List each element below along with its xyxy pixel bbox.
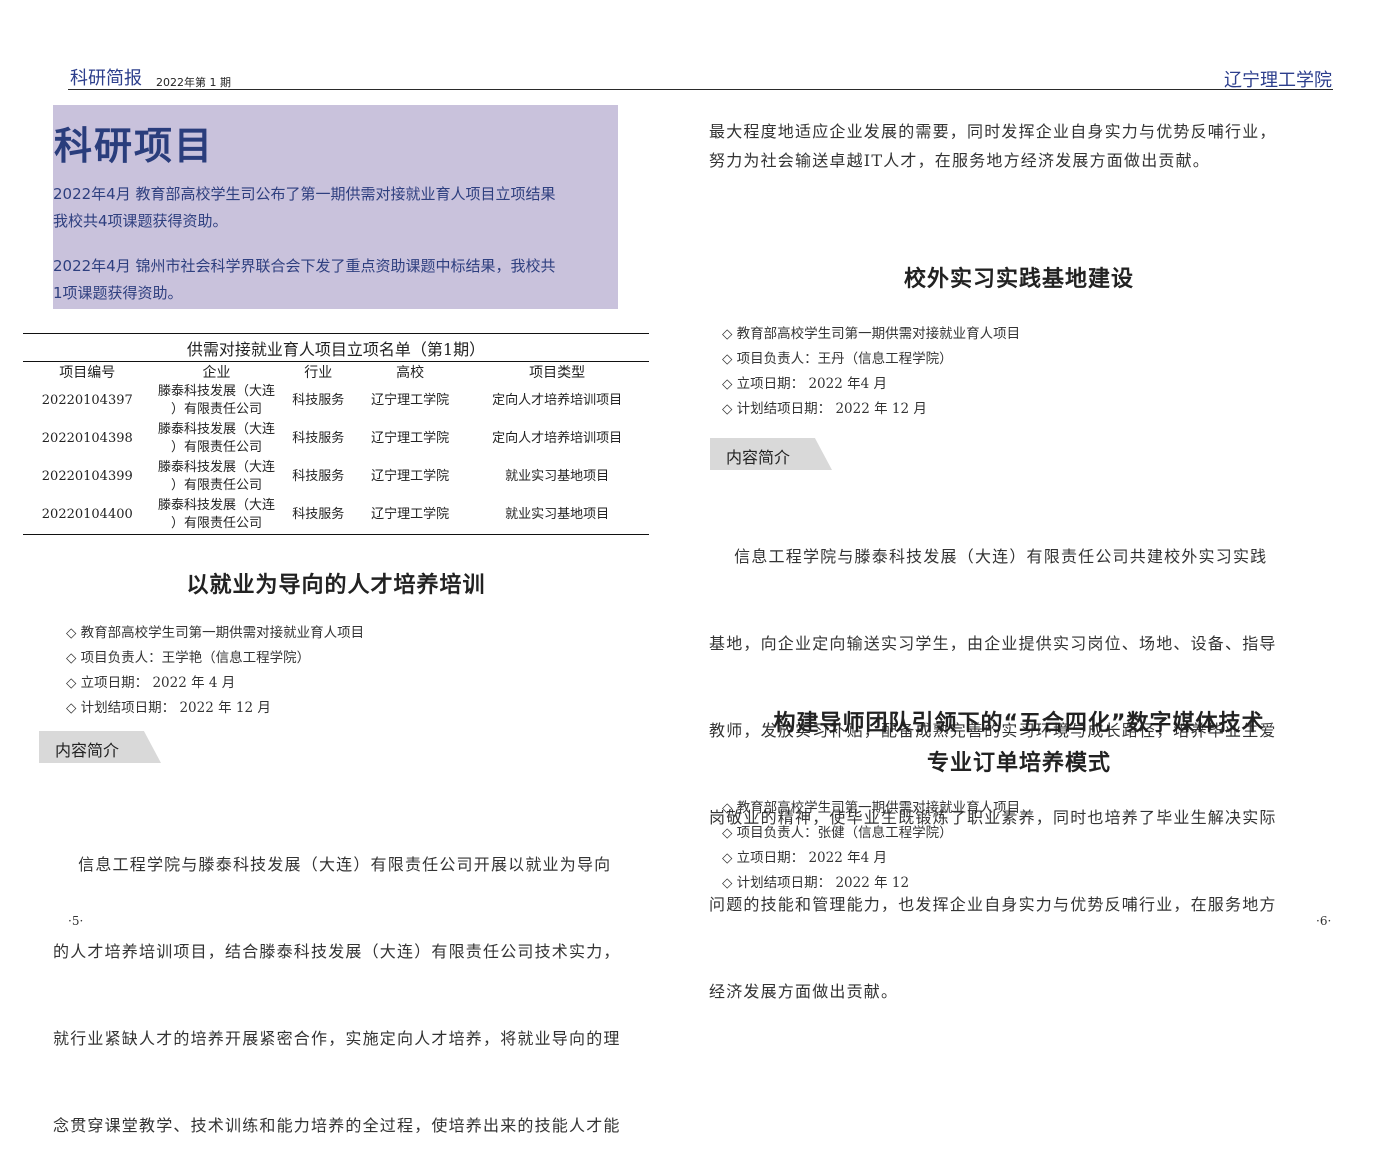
body-line: 的人才培养培训项目，结合滕泰科技发展（大连）有限责任公司技术实力， bbox=[53, 942, 621, 961]
cell-enterprise: 滕泰科技发展（大连 ）有限责任公司 bbox=[151, 496, 282, 535]
meta-line: ◇ 项目负责人：张健（信息工程学院） bbox=[722, 825, 953, 841]
cell-school: 辽宁理工学院 bbox=[371, 431, 450, 446]
header-rule bbox=[68, 89, 1333, 90]
section3-title: 构建导师团队引领下的“五合四化”数字媒体技术 专业订单培养模式 bbox=[709, 704, 1329, 784]
title-line: 构建导师团队引领下的“五合四化”数字媒体技术 bbox=[773, 711, 1265, 736]
cell-id: 20220104397 bbox=[41, 393, 133, 408]
header-cell: 项目类型 bbox=[529, 365, 586, 381]
tag-label: 内容简介 bbox=[55, 741, 120, 760]
cell-id: 20220104399 bbox=[41, 469, 133, 484]
body-line: 就行业紧缺人才的培养开展紧密合作，实施定向人才培养，将就业导向的理 bbox=[53, 1029, 621, 1048]
section1-meta: ◇ 教育部高校学生司第一期供需对接就业育人项目 ◇ 项目负责人：王学艳（信息工程… bbox=[66, 621, 364, 721]
highlight-title: 科研项目 bbox=[54, 124, 215, 168]
highlight-line: 1项课题获得资助。 bbox=[53, 284, 183, 302]
title-line: 专业订单培养模式 bbox=[926, 751, 1111, 776]
section2-title: 校外实习实践基地建设 bbox=[903, 267, 1134, 292]
meta-line: ◇ 教育部高校学生司第一期供需对接就业育人项目 bbox=[722, 800, 1021, 816]
cell-type: 就业实习基地项目 bbox=[465, 496, 649, 535]
section1-body: 信息工程学院与滕泰科技发展（大连）有限责任公司开展以就业为导向 的人才培养培训项… bbox=[53, 792, 673, 1169]
cell-school: 辽宁理工学院 bbox=[371, 469, 450, 484]
meta-line: ◇ 教育部高校学生司第一期供需对接就业育人项目 bbox=[66, 625, 365, 641]
meta-line: ◇ 立项日期： 2022 年4 月 bbox=[722, 376, 887, 392]
meta-line: ◇ 计划结项日期： 2022 年 12 月 bbox=[66, 700, 271, 716]
body-line: 信息工程学院与滕泰科技发展（大连）有限责任公司开展以就业为导向 bbox=[53, 855, 612, 874]
header-cell: 高校 bbox=[396, 365, 425, 381]
meta-line: ◇ 计划结项日期： 2022 年 12 月 bbox=[722, 401, 927, 417]
highlight-line: 我校共4项课题获得资助。 bbox=[53, 212, 228, 230]
cell-type: 就业实习基地项目 bbox=[505, 469, 610, 484]
section1-title: 以就业为导向的人才培养培训 bbox=[186, 573, 486, 598]
highlight-paragraph-2: 2022年4月 锦州市社会科学界联合会下发了重点资助课题中标结果，我校共 1项课… bbox=[53, 253, 613, 307]
meta-line: ◇ 立项日期： 2022 年 4 月 bbox=[66, 675, 236, 691]
meta-line: ◇ 项目负责人：王丹（信息工程学院） bbox=[722, 351, 953, 367]
meta-line: ◇ 立项日期： 2022 年4 月 bbox=[722, 850, 887, 866]
cell-type: 定向人才培养培训项目 bbox=[492, 393, 623, 408]
cell-enterprise: 滕泰科技发展（大连 ）有限责任公司 bbox=[158, 384, 276, 417]
cell-industry: 科技服务 bbox=[292, 393, 345, 408]
tag-label: 内容简介 bbox=[726, 448, 791, 467]
meta-line: ◇ 教育部高校学生司第一期供需对接就业育人项目 bbox=[722, 326, 1021, 342]
meta-line: ◇ 计划结项日期： 2022 年 12 bbox=[722, 875, 910, 891]
cell-school: 辽宁理工学院 bbox=[371, 393, 450, 408]
body-line: 努力为社会输送卓越IT人才，在服务地方经济发展方面做出贡献。 bbox=[709, 151, 1210, 170]
body-line: 信息工程学院与滕泰科技发展（大连）有限责任公司共建校外实习实践 bbox=[709, 547, 1268, 566]
cell-enterprise: 滕泰科技发展（大连 ）有限责任公司 bbox=[158, 460, 276, 493]
bulletin-title: 科研简报 bbox=[70, 68, 142, 89]
section2-tag: 内容简介 bbox=[710, 438, 832, 470]
continuation-text: 最大程度地适应企业发展的需要，同时发挥企业自身实力与优势反哺行业， 努力为社会输… bbox=[709, 117, 1329, 175]
meta-line: ◇ 项目负责人：王学艳（信息工程学院） bbox=[66, 650, 311, 666]
body-line: 念贯穿课堂教学、技术训练和能力培养的全过程，使培养出来的技能人才能 bbox=[53, 1116, 621, 1135]
highlight-line: 2022年4月 教育部高校学生司公布了第一期供需对接就业育人项目立项结果 bbox=[53, 185, 556, 203]
cell-industry: 科技服务 bbox=[281, 496, 356, 535]
section1-tag: 内容简介 bbox=[39, 731, 161, 763]
header-cell: 行业 bbox=[304, 365, 333, 381]
issue-number: 2022年第 1 期 bbox=[156, 76, 231, 89]
cell-industry: 科技服务 bbox=[292, 431, 345, 446]
cell-school: 辽宁理工学院 bbox=[355, 496, 466, 535]
table-row: 20220104399 滕泰科技发展（大连 ）有限责任公司 科技服务 辽宁理工学院… bbox=[23, 458, 649, 496]
cell-id: 20220104400 bbox=[23, 496, 152, 535]
cell-enterprise: 滕泰科技发展（大连 ）有限责任公司 bbox=[158, 422, 276, 455]
table-caption: 供需对接就业育人项目立项名单（第1期） bbox=[23, 333, 649, 362]
page-number-left: ·5· bbox=[68, 914, 84, 928]
cell-industry: 科技服务 bbox=[292, 469, 345, 484]
table-row: 20220104398 滕泰科技发展（大连 ）有限责任公司 科技服务 辽宁理工学院… bbox=[23, 420, 649, 458]
page-number-right: ·6· bbox=[1316, 914, 1332, 928]
project-table: 供需对接就业育人项目立项名单（第1期） 项目编号 企业 行业 高校 项目类型 2… bbox=[23, 333, 649, 535]
table-row: 20220104397 滕泰科技发展（大连 ）有限责任公司 科技服务 辽宁理工学院… bbox=[23, 382, 649, 420]
table-row: 20220104400 滕泰科技发展（大连 ）有限责任公司 科技服务 辽宁理工学院… bbox=[23, 496, 649, 535]
header-cell: 企业 bbox=[202, 365, 231, 381]
highlight-paragraph-1: 2022年4月 教育部高校学生司公布了第一期供需对接就业育人项目立项结果 我校共… bbox=[53, 181, 613, 235]
section2-meta: ◇ 教育部高校学生司第一期供需对接就业育人项目 ◇ 项目负责人：王丹（信息工程学… bbox=[722, 322, 1020, 422]
body-line: 经济发展方面做出贡献。 bbox=[709, 982, 899, 1001]
body-line: 基地，向企业定向输送实习学生，由企业提供实习岗位、场地、设备、指导 bbox=[709, 634, 1277, 653]
table-header-row: 项目编号 企业 行业 高校 项目类型 bbox=[23, 362, 649, 382]
cell-id: 20220104398 bbox=[41, 431, 133, 446]
highlight-line: 2022年4月 锦州市社会科学界联合会下发了重点资助课题中标结果，我校共 bbox=[53, 257, 556, 275]
header-cell: 项目编号 bbox=[59, 365, 116, 381]
section3-meta: ◇ 教育部高校学生司第一期供需对接就业育人项目 ◇ 项目负责人：张健（信息工程学… bbox=[722, 796, 1020, 896]
body-line: 最大程度地适应企业发展的需要，同时发挥企业自身实力与优势反哺行业， bbox=[709, 122, 1277, 141]
cell-type: 定向人才培养培训项目 bbox=[492, 431, 623, 446]
